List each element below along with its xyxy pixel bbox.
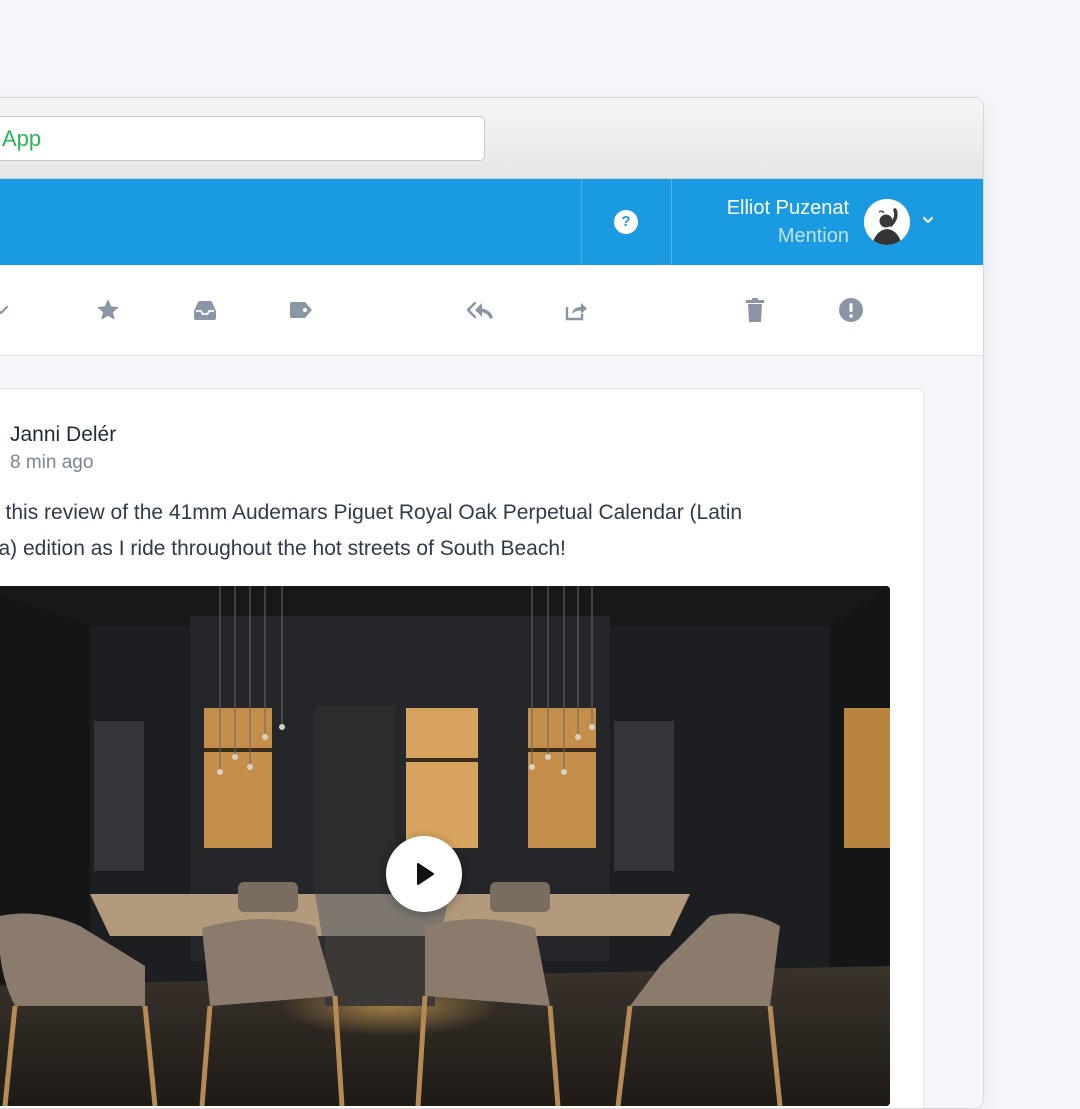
app-window: App ? Elliot Puzenat Mention Janni Delér… (0, 97, 984, 1109)
post-card: Janni Delér 8 min ago n this review of t… (0, 388, 924, 1108)
post-text: n this review of the 41mm Audemars Pigue… (0, 495, 888, 567)
star-icon[interactable] (94, 296, 122, 324)
trash-icon[interactable] (741, 296, 769, 324)
play-icon (417, 863, 434, 885)
play-button[interactable] (386, 836, 462, 912)
header-divider (581, 179, 582, 265)
user-name[interactable]: Elliot Puzenat (727, 197, 849, 220)
video-player[interactable] (0, 586, 890, 1106)
help-circle-icon[interactable]: ? (614, 210, 638, 234)
header-divider (671, 179, 672, 265)
chevron-down-icon[interactable] (0, 296, 15, 324)
user-organization[interactable]: Mention (778, 225, 849, 248)
post-text-line: ca) edition as I ride throughout the hot… (0, 537, 566, 560)
message-toolbar (0, 265, 983, 356)
share-icon[interactable] (562, 296, 590, 324)
url-bar[interactable]: App (0, 116, 485, 161)
browser-chrome: App (0, 98, 983, 179)
avatar-photo (864, 199, 910, 245)
chevron-down-icon[interactable] (921, 213, 935, 227)
app-header: ? Elliot Puzenat Mention (0, 179, 983, 265)
post-time: 8 min ago (10, 452, 94, 473)
alert-icon[interactable] (837, 296, 865, 324)
tag-icon[interactable] (287, 296, 315, 324)
post-text-line: n this review of the 41mm Audemars Pigue… (0, 501, 743, 524)
post-author[interactable]: Janni Delér (10, 423, 116, 447)
inbox-icon[interactable] (191, 296, 219, 324)
avatar[interactable] (864, 199, 910, 245)
reply-all-icon[interactable] (466, 296, 494, 324)
